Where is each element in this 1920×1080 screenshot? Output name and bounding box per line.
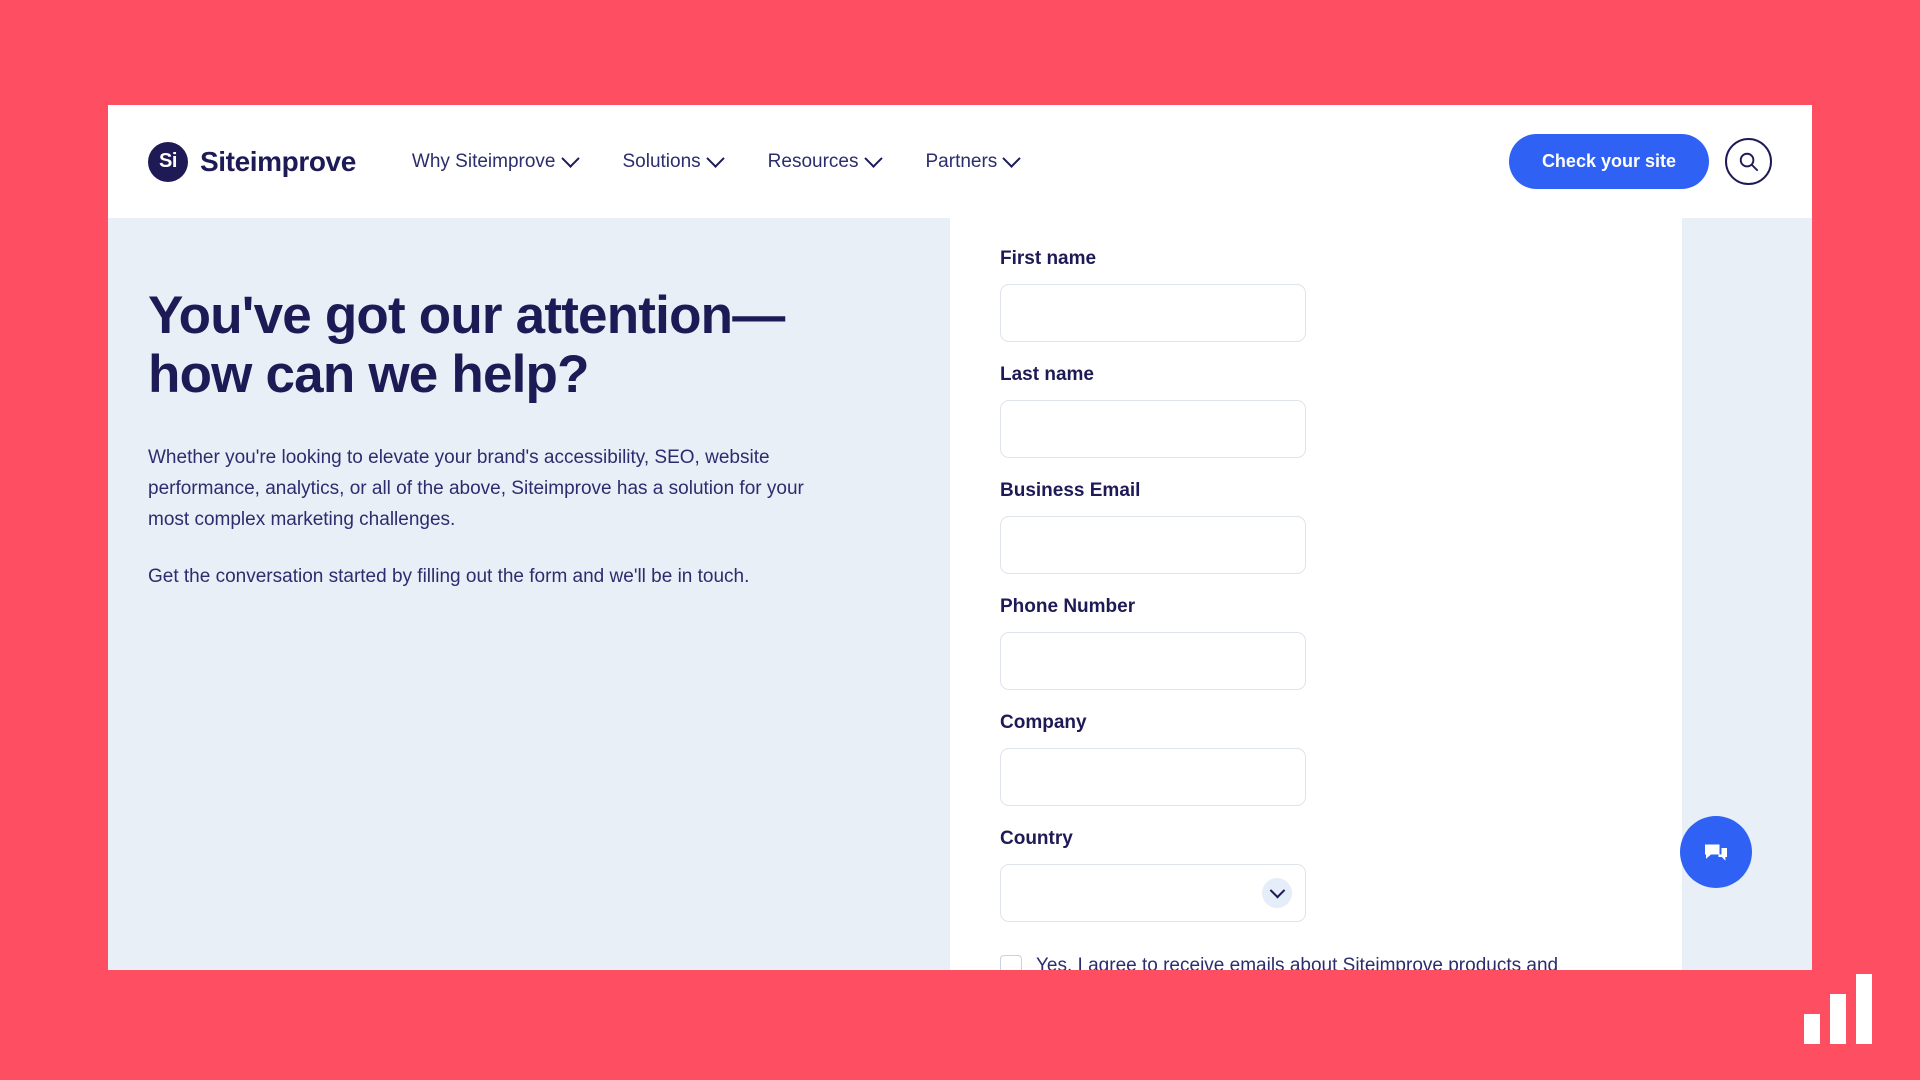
brand-mark-bar-1: [1804, 1014, 1820, 1044]
intro-paragraph-2: Get the conversation started by filling …: [148, 565, 750, 587]
business-email-input[interactable]: [1000, 516, 1306, 574]
chat-bubble-icon: [1705, 844, 1727, 861]
nav-label: Resources: [767, 150, 859, 172]
nav-label: Why Siteimprove: [411, 150, 556, 172]
intro-paragraph-1: Whether you're looking to elevate your b…: [148, 446, 804, 530]
chevron-down-icon: [705, 149, 725, 168]
check-your-site-button[interactable]: Check your site: [1508, 134, 1709, 189]
page-panel: Si Siteimprove Why Siteimprove Solutions…: [108, 105, 1812, 970]
field-first-name: First name: [1000, 248, 1306, 342]
site-header: Si Siteimprove Why Siteimprove Solutions…: [108, 105, 1812, 218]
primary-nav: Why Siteimprove Solutions Resources Part…: [411, 149, 1022, 173]
field-business-email: Business Email: [1000, 480, 1306, 574]
bar-chart-brand-mark: [1804, 974, 1872, 1044]
search-button[interactable]: [1725, 138, 1772, 185]
search-icon: [1739, 152, 1759, 172]
consent-row-marketing: Yes, I agree to receive emails about Sit…: [1000, 952, 1632, 970]
content-area: You've got our attention— how can we help…: [108, 218, 1812, 970]
nav-item-partners[interactable]: Partners: [925, 149, 1022, 173]
field-country: Country: [1000, 828, 1306, 922]
phone-number-label: Phone Number: [1000, 596, 1136, 617]
first-name-input[interactable]: [1000, 284, 1306, 342]
phone-number-input[interactable]: [1000, 632, 1306, 690]
company-input[interactable]: [1000, 748, 1306, 806]
field-last-name: Last name: [1000, 364, 1306, 458]
chevron-down-icon: [560, 149, 580, 168]
siteimprove-logo[interactable]: Si Siteimprove: [148, 141, 356, 182]
contact-form: First name Last name Business Email Phon…: [1000, 248, 1632, 970]
last-name-input[interactable]: [1000, 400, 1306, 458]
country-label: Country: [1000, 828, 1073, 849]
chat-widget-button[interactable]: [1680, 816, 1752, 888]
company-label: Company: [1000, 712, 1087, 733]
contact-form-card: First name Last name Business Email Phon…: [950, 218, 1682, 970]
business-email-label: Business Email: [1000, 480, 1141, 501]
first-name-label: First name: [1000, 248, 1097, 269]
nav-label: Solutions: [622, 150, 701, 172]
intro-column: You've got our attention— how can we help…: [108, 218, 950, 970]
consent-group: Yes, I agree to receive emails about Sit…: [1000, 952, 1632, 970]
header-actions: Check your site: [1508, 134, 1772, 189]
brand-mark-bar-3: [1856, 974, 1872, 1044]
chevron-down-icon: [863, 149, 883, 168]
marketing-consent-checkbox[interactable]: [1000, 955, 1022, 970]
chevron-down-icon: [1002, 149, 1022, 168]
marketing-consent-label: Yes, I agree to receive emails about Sit…: [1036, 955, 1559, 970]
nav-item-resources[interactable]: Resources: [767, 149, 883, 173]
page-title: You've got our attention— how can we help…: [148, 286, 785, 405]
field-company: Company: [1000, 712, 1306, 806]
logo-badge-icon: Si: [148, 141, 188, 182]
last-name-label: Last name: [1000, 364, 1094, 385]
logo-wordmark: Siteimprove: [200, 145, 356, 177]
country-select-wrapper: [1000, 864, 1306, 922]
country-select[interactable]: [1000, 864, 1306, 922]
brand-mark-bar-2: [1830, 994, 1846, 1044]
field-phone-number: Phone Number: [1000, 596, 1306, 690]
nav-label: Partners: [925, 150, 998, 172]
nav-item-why-siteimprove[interactable]: Why Siteimprove: [411, 149, 580, 173]
nav-item-solutions[interactable]: Solutions: [622, 149, 725, 173]
